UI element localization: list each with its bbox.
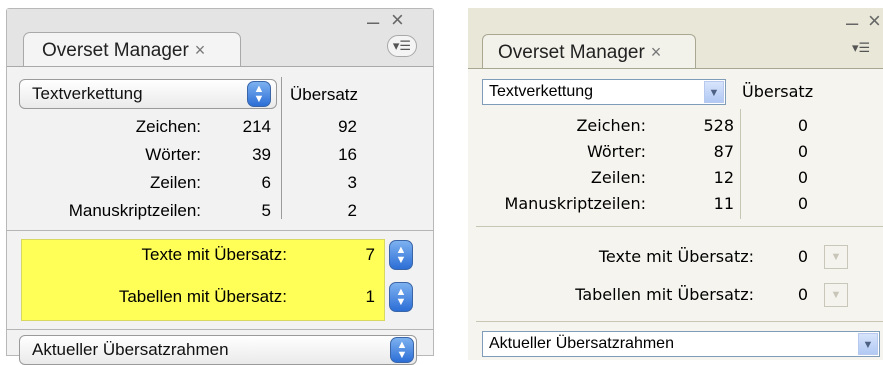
- texts-overset-value: 7: [365, 245, 375, 264]
- stat-label: Zeichen:: [576, 116, 646, 135]
- tab-overset-manager[interactable]: Overset Manager ×: [482, 34, 696, 68]
- stat-overset: 0: [797, 194, 808, 213]
- minimize-button[interactable]: –: [846, 10, 858, 36]
- stat-label: Wörter:: [586, 142, 646, 161]
- tables-overset-value: 1: [365, 287, 375, 306]
- texts-overset-value: 0: [797, 247, 808, 266]
- tab-label: Overset Manager: [42, 40, 189, 61]
- dropdown-arrow-icon[interactable]: ▼: [858, 333, 878, 355]
- panel-menu-button[interactable]: ▾☰: [852, 38, 882, 60]
- stat-overset: 2: [347, 201, 357, 220]
- frame-dropdown[interactable]: Aktueller Übersatzrahmen: [19, 335, 417, 365]
- tables-dropdown-arrow-icon[interactable]: ▼: [824, 283, 848, 307]
- scope-dropdown-value: Textverkettung: [489, 83, 594, 100]
- close-tab-icon[interactable]: ×: [651, 42, 662, 62]
- texts-overset-label: Texte mit Übersatz:: [141, 245, 288, 264]
- dropdown-arrow-icon[interactable]: ▼: [704, 81, 724, 103]
- stat-label: Manuskriptzeilen:: [68, 201, 201, 220]
- stat-overset: 0: [797, 168, 808, 187]
- close-tab-icon[interactable]: ×: [195, 40, 206, 60]
- stat-overset: 3: [347, 173, 357, 192]
- panel-body: Textverkettung ▲ ▼ Übersatz Zeichen: 214 …: [7, 66, 433, 365]
- stat-value: 528: [703, 116, 734, 135]
- stat-overset: 16: [338, 145, 357, 164]
- frame-dropdown-value: Aktueller Übersatzrahmen: [489, 335, 674, 352]
- section-divider: [476, 321, 883, 322]
- tables-stepper-icon[interactable]: ▲ ▼: [389, 282, 413, 312]
- minimize-button[interactable]: –: [367, 9, 379, 35]
- frame-stepper-icon[interactable]: ▲ ▼: [390, 337, 414, 363]
- stat-value: 6: [261, 173, 271, 192]
- stat-label: Zeilen:: [590, 168, 646, 187]
- scope-dropdown[interactable]: Textverkettung: [19, 79, 277, 109]
- stat-overset: 92: [338, 117, 357, 136]
- tables-overset-label: Tabellen mit Übersatz:: [575, 285, 754, 304]
- texts-dropdown-arrow-icon[interactable]: ▼: [824, 245, 848, 269]
- frame-dropdown-value: Aktueller Übersatzrahmen: [32, 340, 229, 359]
- column-divider: [281, 77, 282, 219]
- stat-value: 12: [713, 168, 734, 187]
- column-divider: [740, 109, 741, 219]
- section-divider: [7, 230, 433, 231]
- stat-label: Wörter:: [145, 145, 201, 164]
- stat-overset: 0: [797, 142, 808, 161]
- overset-manager-panel-mac: – × Overset Manager × ▾☰ Textverkettung ▲…: [6, 7, 434, 365]
- close-panel-button[interactable]: ×: [391, 7, 404, 33]
- stat-label: Zeichen:: [135, 117, 201, 136]
- close-panel-button[interactable]: ×: [868, 8, 881, 34]
- stat-value: 39: [252, 145, 271, 164]
- tab-label: Overset Manager: [498, 42, 645, 63]
- stat-value: 214: [242, 117, 271, 136]
- tables-overset-label: Tabellen mit Übersatz:: [118, 287, 287, 306]
- stat-value: 11: [713, 194, 734, 213]
- stat-label: Zeilen:: [149, 173, 201, 192]
- panel-body: Textverkettung ▼ Übersatz Zeichen: 528 0…: [468, 68, 883, 360]
- overset-column-header: Übersatz: [742, 82, 814, 101]
- section-divider: [7, 329, 433, 330]
- stat-value: 5: [261, 201, 271, 220]
- stat-value: 87: [713, 142, 734, 161]
- texts-stepper-icon[interactable]: ▲ ▼: [389, 240, 413, 270]
- texts-overset-label: Texte mit Übersatz:: [598, 247, 754, 266]
- tab-overset-manager[interactable]: Overset Manager ×: [23, 32, 241, 66]
- stat-label: Manuskriptzeilen:: [504, 194, 646, 213]
- tables-overset-value: 0: [797, 285, 808, 304]
- overset-manager-panel-windows: – × Overset Manager × ▾☰ Textverkettung ▼…: [468, 8, 883, 360]
- frame-dropdown[interactable]: Aktueller Übersatzrahmen ▼: [482, 331, 880, 357]
- scope-dropdown-value: Textverkettung: [32, 84, 143, 103]
- scope-dropdown[interactable]: Textverkettung ▼: [482, 79, 726, 105]
- overset-column-header: Übersatz: [290, 85, 359, 104]
- section-divider: [476, 226, 883, 227]
- dropdown-stepper-icon[interactable]: ▲ ▼: [247, 81, 271, 107]
- panel-menu-button[interactable]: ▾☰: [387, 35, 417, 57]
- stat-overset: 0: [797, 116, 808, 135]
